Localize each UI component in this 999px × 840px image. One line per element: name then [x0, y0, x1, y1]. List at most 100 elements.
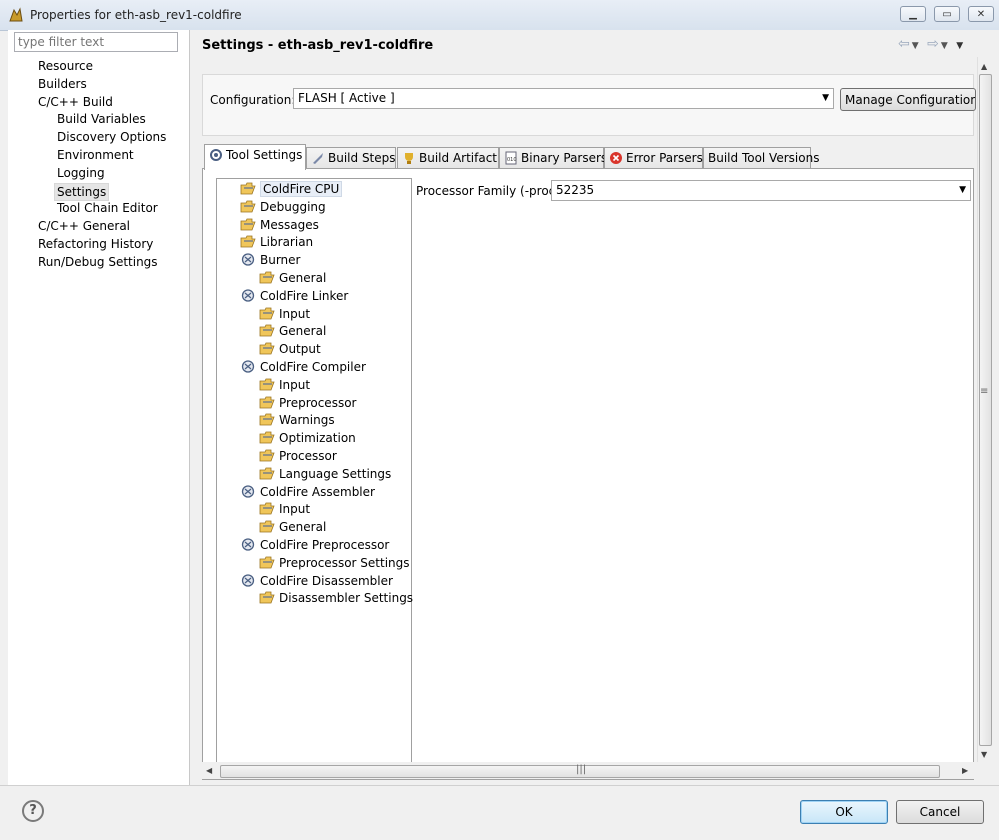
minimize-icon[interactable]: ▁ — [900, 6, 926, 22]
app-icon — [9, 7, 23, 22]
option-folder-icon — [240, 199, 260, 215]
tab-build-artifact[interactable]: Build Artifact — [397, 147, 499, 168]
scroll-up-icon[interactable]: ▲ — [981, 62, 987, 71]
processor-family-value: 52235 — [556, 183, 595, 197]
tree-item-input[interactable]: Input — [259, 306, 310, 322]
tree-item-language-settings[interactable]: Language Settings — [259, 466, 391, 482]
tree-item-coldfire-linker[interactable]: ColdFire Linker — [240, 288, 348, 304]
filter-input[interactable] — [14, 32, 178, 52]
tab-binary-parsers[interactable]: 010 Binary Parsers — [499, 147, 608, 168]
tree-item-librarian[interactable]: Librarian — [240, 234, 313, 250]
tab-tool-settings[interactable]: Tool Settings — [204, 144, 306, 170]
error-parsers-icon — [609, 151, 626, 165]
tree-item-messages[interactable]: Messages — [240, 217, 319, 233]
tree-item-label: Debugging — [260, 199, 326, 214]
processor-family-label: Processor Family (-proc) — [416, 184, 560, 198]
option-folder-icon — [259, 341, 279, 357]
back-arrow-icon[interactable]: ⇦ — [898, 36, 912, 52]
tree-item-disassembler-settings[interactable]: Disassembler Settings — [259, 590, 413, 606]
build-artifact-icon — [402, 151, 419, 165]
nav-item-environment[interactable]: Environment — [57, 147, 134, 163]
view-menu-icon[interactable]: ▼ — [956, 41, 965, 51]
tree-item-coldfire-assembler[interactable]: ColdFire Assembler — [240, 484, 375, 500]
tree-item-output[interactable]: Output — [259, 341, 321, 357]
build-steps-icon — [311, 151, 328, 165]
tree-item-label: Optimization — [279, 431, 356, 446]
nav-item-c-c-general[interactable]: C/C++ General — [38, 218, 130, 234]
nav-item-settings[interactable]: Settings — [54, 182, 110, 201]
maximize-icon[interactable]: ▭ — [934, 6, 960, 22]
nav-item-build-variables[interactable]: Build Variables — [57, 111, 146, 127]
help-icon[interactable]: ? — [22, 800, 44, 822]
tree-item-label: ColdFire Compiler — [260, 360, 366, 374]
tree-item-general[interactable]: General — [259, 270, 326, 286]
forward-arrow-icon[interactable]: ⇨ — [927, 36, 941, 52]
tab-label: Tool Settings — [226, 148, 303, 162]
scroll-left-icon[interactable]: ◀ — [206, 766, 212, 775]
tree-item-optimization[interactable]: Optimization — [259, 430, 356, 446]
processor-family-select[interactable]: 52235 ▼ — [551, 180, 971, 201]
tree-item-burner[interactable]: Burner — [240, 252, 300, 268]
close-icon[interactable]: ✕ — [968, 6, 994, 22]
tree-item-input[interactable]: Input — [259, 501, 310, 517]
tree-item-processor[interactable]: Processor — [259, 448, 337, 464]
tree-item-label: Librarian — [260, 235, 314, 250]
tool-icon — [240, 359, 260, 375]
tab-build-steps[interactable]: Build Steps — [306, 147, 396, 168]
nav-item-discovery-options[interactable]: Discovery Options — [57, 129, 166, 145]
nav-item-c-c-build[interactable]: C/C++ Build — [38, 94, 113, 110]
tree-item-warnings[interactable]: Warnings — [259, 412, 335, 428]
tree-item-general[interactable]: General — [259, 323, 326, 339]
scroll-down-icon[interactable]: ▼ — [981, 750, 987, 759]
nav-item-logging[interactable]: Logging — [57, 165, 105, 181]
forward-dropdown-icon[interactable]: ▼ — [941, 41, 950, 51]
tool-icon — [240, 252, 260, 268]
option-folder-icon — [240, 217, 260, 233]
tree-item-label: Input — [279, 377, 311, 392]
tab-label: Binary Parsers — [521, 151, 608, 165]
scroll-right-icon[interactable]: ▶ — [962, 766, 968, 775]
configuration-select[interactable]: FLASH [ Active ] ▼ — [293, 88, 834, 109]
option-folder-icon — [259, 590, 279, 606]
nav-item-run-debug-settings[interactable]: Run/Debug Settings — [38, 254, 158, 270]
tab-label: Build Steps — [328, 151, 396, 165]
tree-item-coldfire-compiler[interactable]: ColdFire Compiler — [240, 359, 366, 375]
tree-item-label: Warnings — [279, 413, 335, 428]
tree-item-label: ColdFire Linker — [260, 288, 349, 303]
tree-item-debugging[interactable]: Debugging — [240, 199, 326, 215]
tree-item-general[interactable]: General — [259, 519, 326, 535]
tool-icon — [240, 573, 260, 589]
tree-item-label: General — [279, 520, 327, 535]
tab-build-tool-versions[interactable]: Build Tool Versions — [703, 147, 819, 168]
option-folder-icon — [259, 501, 279, 517]
tree-item-label: Messages — [260, 217, 319, 232]
tree-item-input[interactable]: Input — [259, 377, 310, 393]
option-folder-icon — [259, 519, 279, 535]
tree-item-coldfire-disassembler[interactable]: ColdFire Disassembler — [240, 573, 393, 589]
tree-item-label: ColdFire Assembler — [260, 484, 375, 499]
tree-item-preprocessor[interactable]: Preprocessor — [259, 395, 356, 411]
history-nav: ⇦▼ ⇨▼ ▼ — [898, 36, 965, 52]
configuration-label: Configuration: — [210, 93, 296, 107]
tree-item-coldfire-cpu[interactable]: ColdFire CPU — [240, 181, 343, 197]
back-dropdown-icon[interactable]: ▼ — [912, 41, 921, 51]
tab-error-parsers[interactable]: Error Parsers — [604, 147, 703, 168]
tree-item-preprocessor-settings[interactable]: Preprocessor Settings — [259, 555, 410, 571]
tree-item-label: Burner — [260, 253, 301, 268]
tree-item-coldfire-preprocessor[interactable]: ColdFire Preprocessor — [240, 537, 389, 553]
option-folder-icon — [240, 181, 260, 197]
nav-item-tool-chain-editor[interactable]: Tool Chain Editor — [57, 200, 158, 216]
nav-item-refactoring-history[interactable]: Refactoring History — [38, 236, 153, 252]
tree-item-label: General — [279, 324, 327, 339]
cancel-button[interactable]: Cancel — [896, 800, 984, 824]
tree-item-label: ColdFire Disassembler — [260, 573, 393, 588]
vertical-scroll-thumb[interactable] — [979, 74, 992, 746]
tool-icon — [240, 288, 260, 304]
grip-icon: ≡ — [980, 386, 989, 397]
manage-configurations-button[interactable]: Manage Configurations... — [840, 88, 976, 111]
nav-item-builders[interactable]: Builders — [38, 76, 87, 92]
option-folder-icon — [259, 377, 279, 393]
chevron-down-icon: ▼ — [959, 185, 966, 195]
ok-button[interactable]: OK — [800, 800, 888, 824]
nav-item-resource[interactable]: Resource — [38, 58, 93, 74]
